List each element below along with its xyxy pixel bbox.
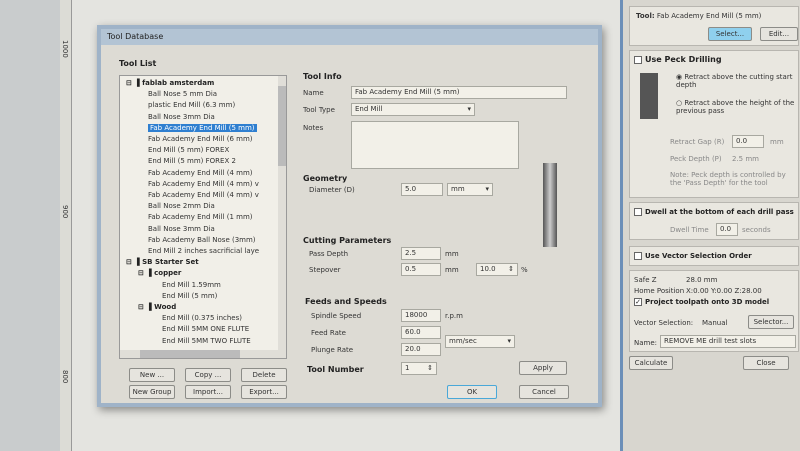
tree-item[interactable]: plastic End Mill (6.3 mm) <box>148 101 235 109</box>
settings-section: Safe Z 28.0 mm Home Position X:0.00 Y:0.… <box>629 270 799 352</box>
folder-icon[interactable]: ⊟ ▐ <box>138 303 154 311</box>
tree-item[interactable]: Fab Academy End Mill (1 mm) <box>148 213 253 221</box>
tree-item[interactable]: Ball Nose 5 mm Dia <box>148 90 217 98</box>
calculate-button[interactable]: Calculate <box>629 356 673 370</box>
vector-order-section: Use Vector Selection Order <box>629 246 799 266</box>
select-button[interactable]: Select... <box>708 27 752 41</box>
dialog-title: Tool Database <box>101 29 598 45</box>
diameter-unit-select[interactable]: mm ▾ <box>447 183 493 196</box>
tool-name-input[interactable]: Fab Academy End Mill (5 mm) <box>351 86 567 99</box>
toolpath-name-input[interactable]: REMOVE ME drill test slots <box>660 335 796 348</box>
cancel-button[interactable]: Cancel <box>519 385 569 399</box>
new-group-button[interactable]: New Group <box>129 385 175 399</box>
selector-button[interactable]: Selector... <box>748 315 794 329</box>
chevron-down-icon: ▾ <box>507 337 511 345</box>
tree-group[interactable]: ⊟ ▐ SB Starter Set <box>126 258 199 266</box>
tree-item[interactable]: Ball Nose 3mm Dia <box>148 225 215 233</box>
tree-item[interactable]: Ball Nose 2mm Dia <box>148 202 215 210</box>
rate-unit-select[interactable]: mm/sec ▾ <box>445 335 515 348</box>
vertical-ruler: 1000 900 800 <box>60 0 72 451</box>
notes-textarea[interactable] <box>351 121 519 169</box>
spinner-arrows-icon[interactable]: ⇕ <box>427 364 433 372</box>
tree-item[interactable]: End Mill 5MM ONE FLUTE <box>162 325 249 333</box>
delete-button[interactable]: Delete <box>241 368 287 382</box>
tool-tree[interactable]: ⊟ ▐ fablab amsterdam Ball Nose 5 mm Dia pl… <box>119 75 287 359</box>
copy-button[interactable]: Copy ... <box>185 368 231 382</box>
retract-gap-input[interactable]: 0.0 <box>732 135 764 148</box>
spindle-speed-input[interactable]: 18000 <box>401 309 441 322</box>
tree-item[interactable]: Fab Academy End Mill (4 mm) <box>148 169 253 177</box>
export-button[interactable]: Export... <box>241 385 287 399</box>
pass-depth-input[interactable]: 2.5 <box>401 247 441 260</box>
tree-vertical-scrollbar[interactable] <box>278 76 286 358</box>
tool-name: Fab Academy End Mill (5 mm) <box>656 12 762 20</box>
tree-item[interactable]: End Mill 2 inches sacrificial laye <box>148 247 259 255</box>
tool-number-spinner[interactable]: 1 ⇕ <box>401 362 437 375</box>
tree-item[interactable]: Fab Academy End Mill (4 mm) v <box>148 180 259 188</box>
tool-database-dialog: Tool Database Tool List ⊟ ▐ fablab amste… <box>97 25 602 407</box>
diameter-input[interactable]: 5.0 <box>401 183 443 196</box>
apply-button[interactable]: Apply <box>519 361 567 375</box>
radio-retract-start[interactable]: ◉ Retract above the cutting start depth <box>676 73 796 89</box>
tree-item[interactable]: End Mill 1.59mm <box>162 281 221 289</box>
end-mill-diagram-icon <box>543 163 557 247</box>
tree-item[interactable]: Fab Academy End Mill (5 mm) <box>148 123 257 132</box>
folder-icon[interactable]: ⊟ ▐ <box>126 258 142 266</box>
peck-drilling-section: Use Peck Drilling ◉ Retract above the cu… <box>629 50 799 198</box>
spinner-arrows-icon[interactable]: ⇕ <box>508 265 514 273</box>
dwell-section: Dwell at the bottom of each drill pass D… <box>629 202 799 240</box>
tree-horizontal-scrollbar[interactable] <box>120 350 286 358</box>
chevron-down-icon: ▾ <box>467 105 471 113</box>
tree-item[interactable]: End Mill (5 mm) <box>162 292 217 300</box>
edit-button[interactable]: Edit... <box>760 27 798 41</box>
tree-item[interactable]: End Mill 5MM TWO FLUTE <box>162 337 251 345</box>
import-button[interactable]: Import... <box>185 385 231 399</box>
radio-retract-previous[interactable]: ○ Retract above the height of the previo… <box>676 99 796 115</box>
tree-item[interactable]: End Mill (5 mm) FOREX <box>148 146 229 154</box>
folder-icon[interactable]: ⊟ ▐ <box>138 269 154 277</box>
tree-item[interactable]: Fab Academy Ball Nose (3mm) <box>148 236 256 244</box>
tool-section: Tool: Fab Academy End Mill (5 mm) Select… <box>629 6 799 46</box>
dwell-time-input[interactable]: 0.0 <box>716 223 738 236</box>
stepover-percent-spinner[interactable]: 10.0 ⇕ <box>476 263 518 276</box>
toolpath-panel: Tool: Fab Academy End Mill (5 mm) Select… <box>620 0 800 451</box>
tree-item[interactable]: Ball Nose 3mm Dia <box>148 113 215 121</box>
close-button[interactable]: Close <box>743 356 789 370</box>
tree-group[interactable]: ⊟ ▐ copper <box>138 269 181 277</box>
tool-type-select[interactable]: End Mill ▾ <box>351 103 475 116</box>
peck-diagram-icon <box>640 73 658 119</box>
folder-icon[interactable]: ⊟ ▐ <box>126 79 142 87</box>
tree-item[interactable]: End Mill (5 mm) FOREX 2 <box>148 157 236 165</box>
new-button[interactable]: New ... <box>129 368 175 382</box>
tree-group[interactable]: ⊟ ▐ fablab amsterdam <box>126 79 214 87</box>
tree-group[interactable]: ⊟ ▐ Wood <box>138 303 176 311</box>
tree-item[interactable]: End Mill (0.375 inches) <box>162 314 242 322</box>
ok-button[interactable]: OK <box>447 385 497 399</box>
tree-item[interactable]: Fab Academy End Mill (4 mm) v <box>148 191 259 199</box>
stepover-input[interactable]: 0.5 <box>401 263 441 276</box>
dwell-checkbox[interactable] <box>634 208 642 216</box>
project-checkbox[interactable]: ✓ <box>634 298 642 306</box>
peck-checkbox[interactable] <box>634 55 642 64</box>
tree-item[interactable]: Fab Academy End Mill (6 mm) <box>148 135 253 143</box>
chevron-down-icon: ▾ <box>485 185 489 193</box>
vector-order-checkbox[interactable] <box>634 252 642 260</box>
plunge-rate-input[interactable]: 20.0 <box>401 343 441 356</box>
feed-rate-input[interactable]: 60.0 <box>401 326 441 339</box>
